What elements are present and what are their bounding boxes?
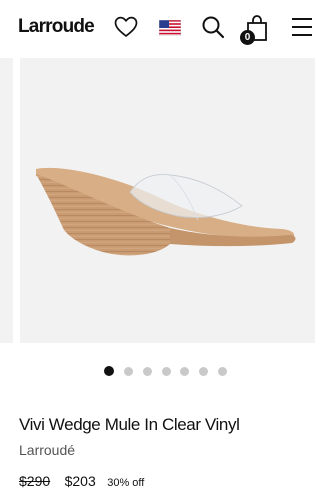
product-title: Vivi Wedge Mule In Clear Vinyl (19, 415, 240, 434)
product-image-carousel[interactable] (0, 58, 315, 343)
carousel-dot-2[interactable] (124, 367, 133, 376)
carousel-dot-1[interactable] (104, 366, 114, 376)
brand-logo[interactable]: Larroude (18, 16, 95, 38)
sale-price: $203 (64, 473, 96, 489)
carousel-pagination (0, 366, 315, 378)
site-header: Larroude 0 (0, 0, 315, 58)
heart-icon[interactable] (114, 16, 138, 38)
carousel-dot-6[interactable] (199, 367, 208, 376)
wedge-mule-image (36, 167, 296, 256)
carousel-dot-7[interactable] (218, 367, 227, 376)
carousel-dot-3[interactable] (143, 367, 152, 376)
product-brand[interactable]: Larroudé (19, 442, 75, 458)
search-icon[interactable] (201, 15, 225, 39)
us-flag-icon[interactable] (159, 20, 181, 36)
carousel-dot-4[interactable] (162, 367, 171, 376)
product-image[interactable] (20, 58, 315, 343)
cart-count-badge: 0 (240, 30, 255, 45)
original-price: $290 (19, 473, 51, 489)
discount-label: 30% off (107, 477, 145, 489)
carousel-dot-5[interactable] (180, 367, 189, 376)
previous-slide-peek[interactable] (0, 58, 13, 343)
price-row: $290 $203 30% off (19, 473, 144, 493)
menu-icon[interactable] (291, 17, 313, 37)
